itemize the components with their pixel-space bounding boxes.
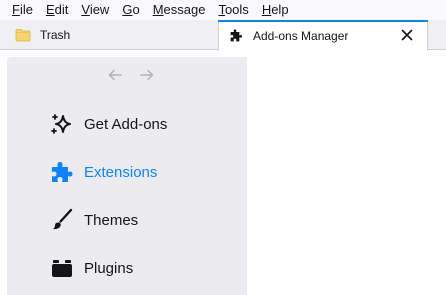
tab-trash[interactable]: Trash <box>0 20 218 50</box>
category-get-addons[interactable]: Get Add-ons <box>50 109 167 139</box>
close-icon[interactable] <box>399 27 415 43</box>
sparkle-icon <box>50 112 74 136</box>
category-plugins[interactable]: Plugins <box>50 253 133 283</box>
tab-addons-label: Add-ons Manager <box>253 28 349 43</box>
category-label: Themes <box>84 211 139 229</box>
tab-bar: Trash Add-ons Manager <box>0 20 446 51</box>
menu-help[interactable]: Help <box>254 0 294 20</box>
category-extensions[interactable]: Extensions <box>50 157 157 187</box>
category-label: Extensions <box>84 163 158 181</box>
addons-main-content <box>247 51 446 295</box>
tab-addons-manager[interactable]: Add-ons Manager <box>218 20 428 51</box>
menu-view[interactable]: View <box>73 0 114 20</box>
category-label: Get Add-ons <box>84 115 168 133</box>
puzzle-icon <box>50 160 74 184</box>
puzzle-icon <box>228 28 244 44</box>
menu-file[interactable]: File <box>0 0 38 20</box>
folder-icon <box>15 27 31 43</box>
forward-arrow-icon[interactable] <box>139 67 155 88</box>
menu-go[interactable]: Go <box>114 0 144 20</box>
menu-edit[interactable]: Edit <box>38 0 73 20</box>
plugin-icon <box>50 256 74 280</box>
back-arrow-icon[interactable] <box>107 67 123 88</box>
category-label: Plugins <box>84 259 134 277</box>
brush-icon <box>50 208 74 232</box>
menu-message[interactable]: Message <box>145 0 211 20</box>
tab-trash-label: Trash <box>40 28 71 42</box>
menu-tools[interactable]: Tools <box>210 0 253 20</box>
category-themes[interactable]: Themes <box>50 205 138 235</box>
addons-sidebar: Get Add-ons Extensions Themes Plugins <box>7 57 247 295</box>
history-nav <box>107 68 155 86</box>
menu-bar: File Edit View Go Message Tools Help <box>0 0 446 20</box>
